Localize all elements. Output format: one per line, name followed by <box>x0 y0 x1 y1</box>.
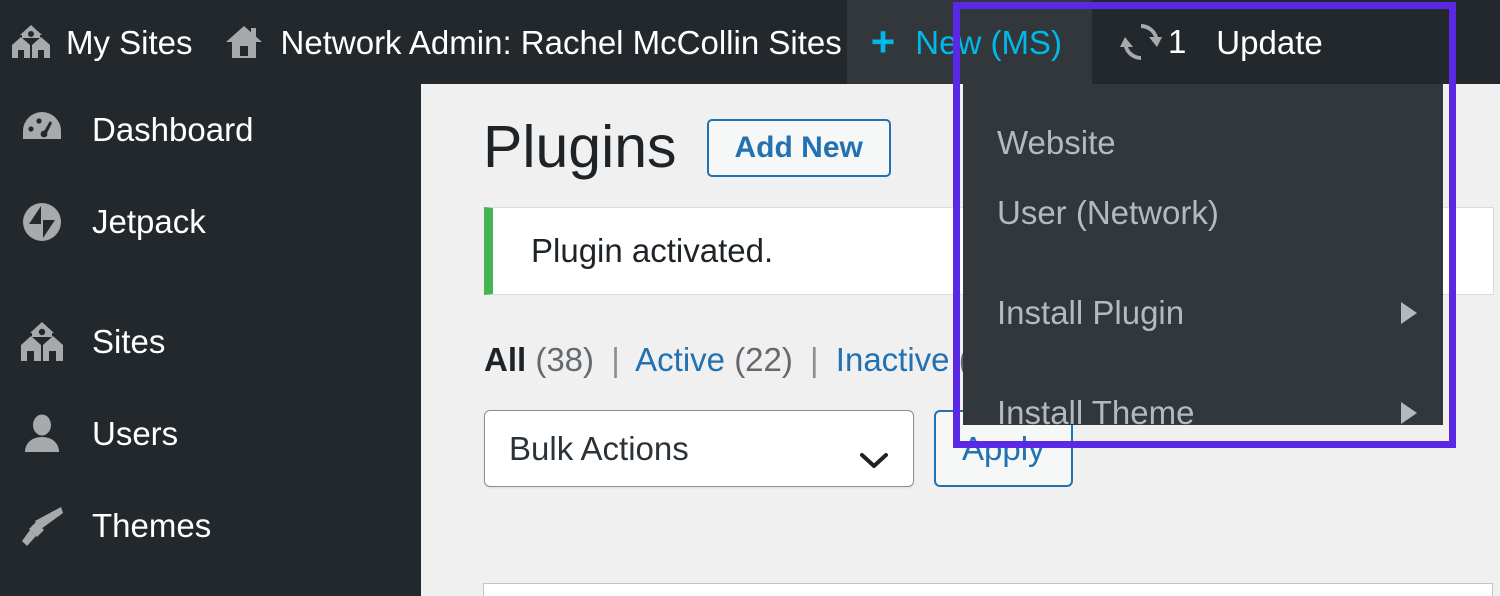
chevron-right-icon <box>1401 302 1417 324</box>
filter-separator: | <box>810 341 819 378</box>
admin-bar-updates-label: Update <box>1216 23 1323 61</box>
plus-icon: + <box>870 18 896 65</box>
dropdown-item-install-theme[interactable]: Install Theme <box>963 378 1443 448</box>
sync-icon <box>1119 21 1162 63</box>
admin-bar-updates-count: 1 <box>1167 23 1187 60</box>
filter-all-label[interactable]: All <box>484 341 526 378</box>
sidebar-item-label: Themes <box>92 507 212 544</box>
dropdown-item-label: User (Network) <box>997 194 1219 231</box>
sidebar-item-sites[interactable]: Sites <box>0 296 421 388</box>
multisite-icon <box>14 317 70 367</box>
page-title: Plugins <box>483 114 677 180</box>
dropdown-item-install-plugin[interactable]: Install Plugin <box>963 278 1443 348</box>
admin-bar: My Sites Network Admin: Rachel McCollin … <box>0 0 1500 84</box>
chevron-right-icon <box>1401 402 1417 424</box>
sidebar-item-label: Jetpack <box>92 203 206 240</box>
filter-active-count: (22) <box>734 341 793 378</box>
bulk-actions-select[interactable]: Bulk Actions <box>484 410 914 487</box>
bulk-actions-selected-value: Bulk Actions <box>509 429 689 467</box>
dashboard-gauge-icon <box>14 105 70 155</box>
dropdown-item-website[interactable]: Website <box>963 108 1443 178</box>
admin-bar-new-label: New (MS) <box>915 23 1062 61</box>
admin-bar-network-admin[interactable]: Network Admin: Rachel McCollin Sites <box>223 0 842 84</box>
dropdown-item-user-network[interactable]: User (Network) <box>963 178 1443 248</box>
admin-bar-new-menu[interactable]: + New (MS) <box>846 0 1092 84</box>
sidebar-item-label: Dashboard <box>92 111 254 148</box>
filter-separator: | <box>611 341 620 378</box>
sidebar-item-jetpack[interactable]: Jetpack <box>0 176 421 268</box>
user-icon <box>14 409 70 459</box>
dropdown-item-label: Install Theme <box>997 394 1195 431</box>
sidebar-item-themes[interactable]: Themes <box>0 480 421 572</box>
new-menu-dropdown: Website User (Network) Install Plugin In… <box>963 84 1443 431</box>
dropdown-item-label: Website <box>997 124 1116 161</box>
home-icon <box>223 21 265 63</box>
chevron-down-icon <box>859 440 889 468</box>
filter-active-link[interactable]: Active <box>635 341 725 378</box>
plugins-table <box>483 583 1493 596</box>
multisite-icon <box>10 21 52 63</box>
sidebar-item-label: Sites <box>92 323 166 360</box>
admin-bar-my-sites-label: My Sites <box>66 23 193 61</box>
admin-bar-my-sites[interactable]: My Sites <box>0 0 193 84</box>
sidebar: Dashboard Jetpack Sites Users Themes <box>0 84 421 596</box>
admin-bar-updates[interactable]: 1 Update <box>1092 0 1333 84</box>
filter-all-count: (38) <box>535 341 595 378</box>
filter-inactive-link[interactable]: Inactive <box>836 341 950 378</box>
sidebar-item-dashboard[interactable]: Dashboard <box>0 84 421 176</box>
paintbrush-icon <box>14 501 70 551</box>
dropdown-item-label: Install Plugin <box>997 294 1185 331</box>
admin-bar-network-admin-label: Network Admin: Rachel McCollin Sites <box>280 23 842 61</box>
jetpack-icon <box>14 197 70 247</box>
notice-text: Plugin activated. <box>531 232 774 269</box>
sidebar-item-label: Users <box>92 415 179 452</box>
sidebar-item-users[interactable]: Users <box>0 388 421 480</box>
add-new-button[interactable]: Add New <box>706 118 891 177</box>
